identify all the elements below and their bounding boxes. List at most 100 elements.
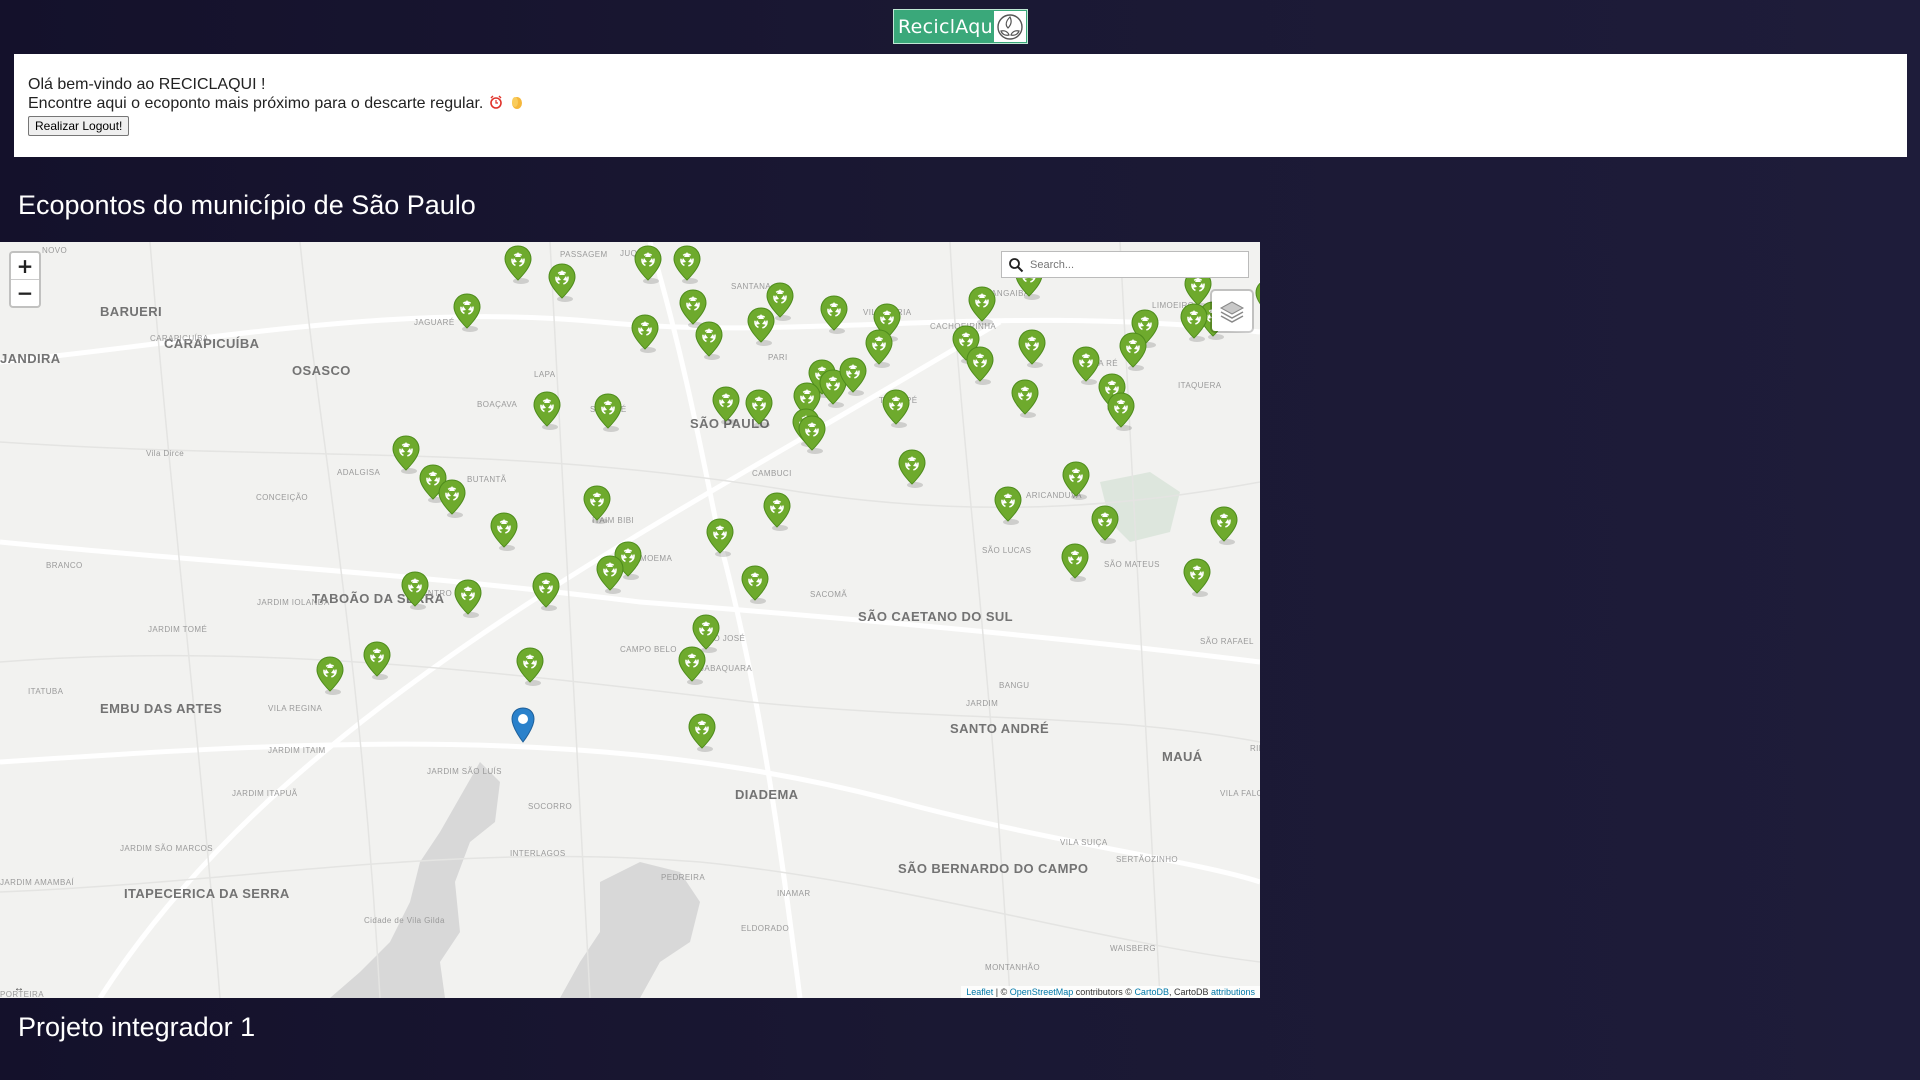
osm-link[interactable]: OpenStreetMap xyxy=(1010,987,1074,997)
recycle-map-marker-icon[interactable] xyxy=(1106,391,1136,431)
layers-control-button[interactable] xyxy=(1210,289,1254,333)
recycle-map-marker-icon[interactable] xyxy=(1061,460,1091,500)
welcome-instructions: Encontre aqui o ecoponto mais próximo pa… xyxy=(28,95,484,112)
recycle-map-marker-icon[interactable] xyxy=(897,448,927,488)
recycle-map-marker-icon[interactable] xyxy=(965,345,995,385)
place-label: WAISBERG xyxy=(1110,944,1157,953)
recycle-map-marker-icon[interactable] xyxy=(1209,505,1239,545)
place-label: SERTÃOZINHO xyxy=(1116,855,1179,864)
recycle-map-marker-icon[interactable] xyxy=(1179,302,1209,342)
place-label: SÃO CAETANO DO SUL xyxy=(858,609,1014,624)
place-label: ELDORADO xyxy=(741,924,790,933)
recycle-map-marker-icon[interactable] xyxy=(744,388,774,428)
recycle-map-marker-icon[interactable] xyxy=(400,570,430,610)
recycle-map-marker-icon[interactable] xyxy=(315,655,345,695)
place-label: VILA SUIÇA xyxy=(1060,838,1108,847)
recycle-map-marker-icon[interactable] xyxy=(864,328,894,368)
section-title: Ecopontos do município de São Paulo xyxy=(18,190,476,220)
recycle-map-marker-icon[interactable] xyxy=(489,511,519,551)
map-search-input[interactable] xyxy=(1028,257,1242,272)
place-label: JARDIM xyxy=(966,699,999,708)
place-label: BUTANTÃ xyxy=(467,475,507,484)
place-label: JARDIM SÃO LUÍS xyxy=(427,767,502,776)
recycle-map-marker-icon[interactable] xyxy=(1017,328,1047,368)
recycle-map-marker-icon[interactable] xyxy=(881,388,911,428)
recycle-map-marker-icon[interactable] xyxy=(1010,378,1040,418)
recycle-map-marker-icon[interactable] xyxy=(1182,557,1212,597)
place-label: ITATUBA xyxy=(28,687,64,696)
zoom-out-button[interactable]: − xyxy=(11,279,39,306)
place-label: NOVO xyxy=(42,246,68,255)
recycle-map-marker-icon[interactable] xyxy=(746,306,776,346)
recycle-map-marker-icon[interactable] xyxy=(1090,504,1120,544)
recycle-map-marker-icon[interactable] xyxy=(993,485,1023,525)
search-icon[interactable] xyxy=(1008,257,1024,273)
recycle-map-marker-icon[interactable] xyxy=(633,244,663,284)
recycle-map-marker-icon[interactable] xyxy=(503,244,533,284)
place-label: ADALGISA xyxy=(337,468,381,477)
place-label: SÃO BERNARDO DO CAMPO xyxy=(898,861,1089,876)
leaflet-link[interactable]: Leaflet xyxy=(966,987,993,997)
recycle-map-marker-icon[interactable] xyxy=(672,244,702,284)
recycle-map-marker-icon[interactable] xyxy=(740,564,770,604)
map-scale-mark: ↔ xyxy=(14,983,24,994)
place-label: BOAÇAVA xyxy=(477,400,518,409)
recycle-map-marker-icon[interactable] xyxy=(967,285,997,325)
recycle-map-marker-icon[interactable] xyxy=(391,434,421,474)
place-label: JARDIM ITAIM xyxy=(268,746,326,755)
place-label: EMBU DAS ARTES xyxy=(100,701,223,716)
recycle-map-marker-icon[interactable] xyxy=(437,478,467,518)
recycle-map-marker-icon[interactable] xyxy=(547,262,577,302)
recycle-map-marker-icon[interactable] xyxy=(711,385,741,425)
recycle-map-marker-icon[interactable] xyxy=(819,294,849,334)
place-label: CONCEIÇÃO xyxy=(256,493,309,502)
layers-icon xyxy=(1219,301,1245,323)
recycle-map-marker-icon[interactable] xyxy=(630,313,660,353)
place-label: BARUERI xyxy=(100,304,163,319)
recycle-map-marker-icon[interactable] xyxy=(797,414,827,454)
alarm-clock-icon xyxy=(489,95,503,113)
recycle-map-marker-icon[interactable] xyxy=(362,640,392,680)
cartodb-link[interactable]: CartoDB xyxy=(1134,987,1169,997)
recycle-map-marker-icon[interactable] xyxy=(687,712,717,752)
place-label: PARI xyxy=(768,353,788,362)
recycle-map-marker-icon[interactable] xyxy=(532,390,562,430)
place-label: ITAPECERICA DA SERRA xyxy=(124,886,290,901)
place-label: JABAQUARA xyxy=(700,664,753,673)
recycle-map-marker-icon[interactable] xyxy=(595,554,625,594)
ecopontos-map[interactable]: BARUERI CARAPICUÍBA OSASCO JANDIRA SÃO PAULO… xyxy=(0,242,1260,998)
recycle-map-marker-icon[interactable] xyxy=(582,484,612,524)
recycle-map-marker-icon[interactable] xyxy=(593,392,623,432)
location-pin-icon[interactable] xyxy=(510,706,540,746)
place-label: JARDIM TOMÉ xyxy=(148,625,208,634)
place-label: INAMAR xyxy=(777,889,811,898)
app-logo[interactable]: ReciclAqui xyxy=(893,9,1028,44)
recycle-map-marker-icon[interactable] xyxy=(762,491,792,531)
logout-button[interactable]: Realizar Logout! xyxy=(28,116,130,136)
welcome-panel: Olá bem-vindo ao RECICLAQUI ! Encontre a… xyxy=(14,54,1907,157)
cartodb-attributions-link[interactable]: attributions xyxy=(1211,987,1255,997)
place-label: INTERLAGOS xyxy=(510,849,566,858)
recycle-map-marker-icon[interactable] xyxy=(677,645,707,685)
recycle-map-marker-icon[interactable] xyxy=(694,320,724,360)
recycle-map-marker-icon[interactable] xyxy=(1254,278,1260,318)
recycle-map-marker-icon[interactable] xyxy=(531,571,561,611)
place-label: JARDIM SÃO MARCOS xyxy=(120,844,214,853)
recycle-map-marker-icon[interactable] xyxy=(515,646,545,686)
place-label: LAPA xyxy=(534,370,556,379)
recycle-map-marker-icon[interactable] xyxy=(838,356,868,396)
footer-title: Projeto integrador 1 xyxy=(18,1012,256,1042)
place-label: CARAPICUÍBA xyxy=(150,334,209,343)
recycle-map-marker-icon[interactable] xyxy=(705,517,735,557)
place-label: MONTANHÃO xyxy=(985,963,1041,972)
welcome-greeting: Olá bem-vindo ao RECICLAQUI ! xyxy=(28,76,266,93)
recycle-map-marker-icon[interactable] xyxy=(452,292,482,332)
place-label: DIADEMA xyxy=(735,787,799,802)
recycle-map-marker-icon[interactable] xyxy=(1118,331,1148,371)
recycle-map-marker-icon[interactable] xyxy=(453,578,483,618)
zoom-in-button[interactable]: + xyxy=(11,253,39,279)
welcome-line-2: Encontre aqui o ecoponto mais próximo pa… xyxy=(28,94,1893,114)
place-label: JARDIM ITAPUÃ xyxy=(232,789,298,798)
place-label: CAMPO BELO xyxy=(620,645,677,654)
recycle-map-marker-icon[interactable] xyxy=(1060,542,1090,582)
